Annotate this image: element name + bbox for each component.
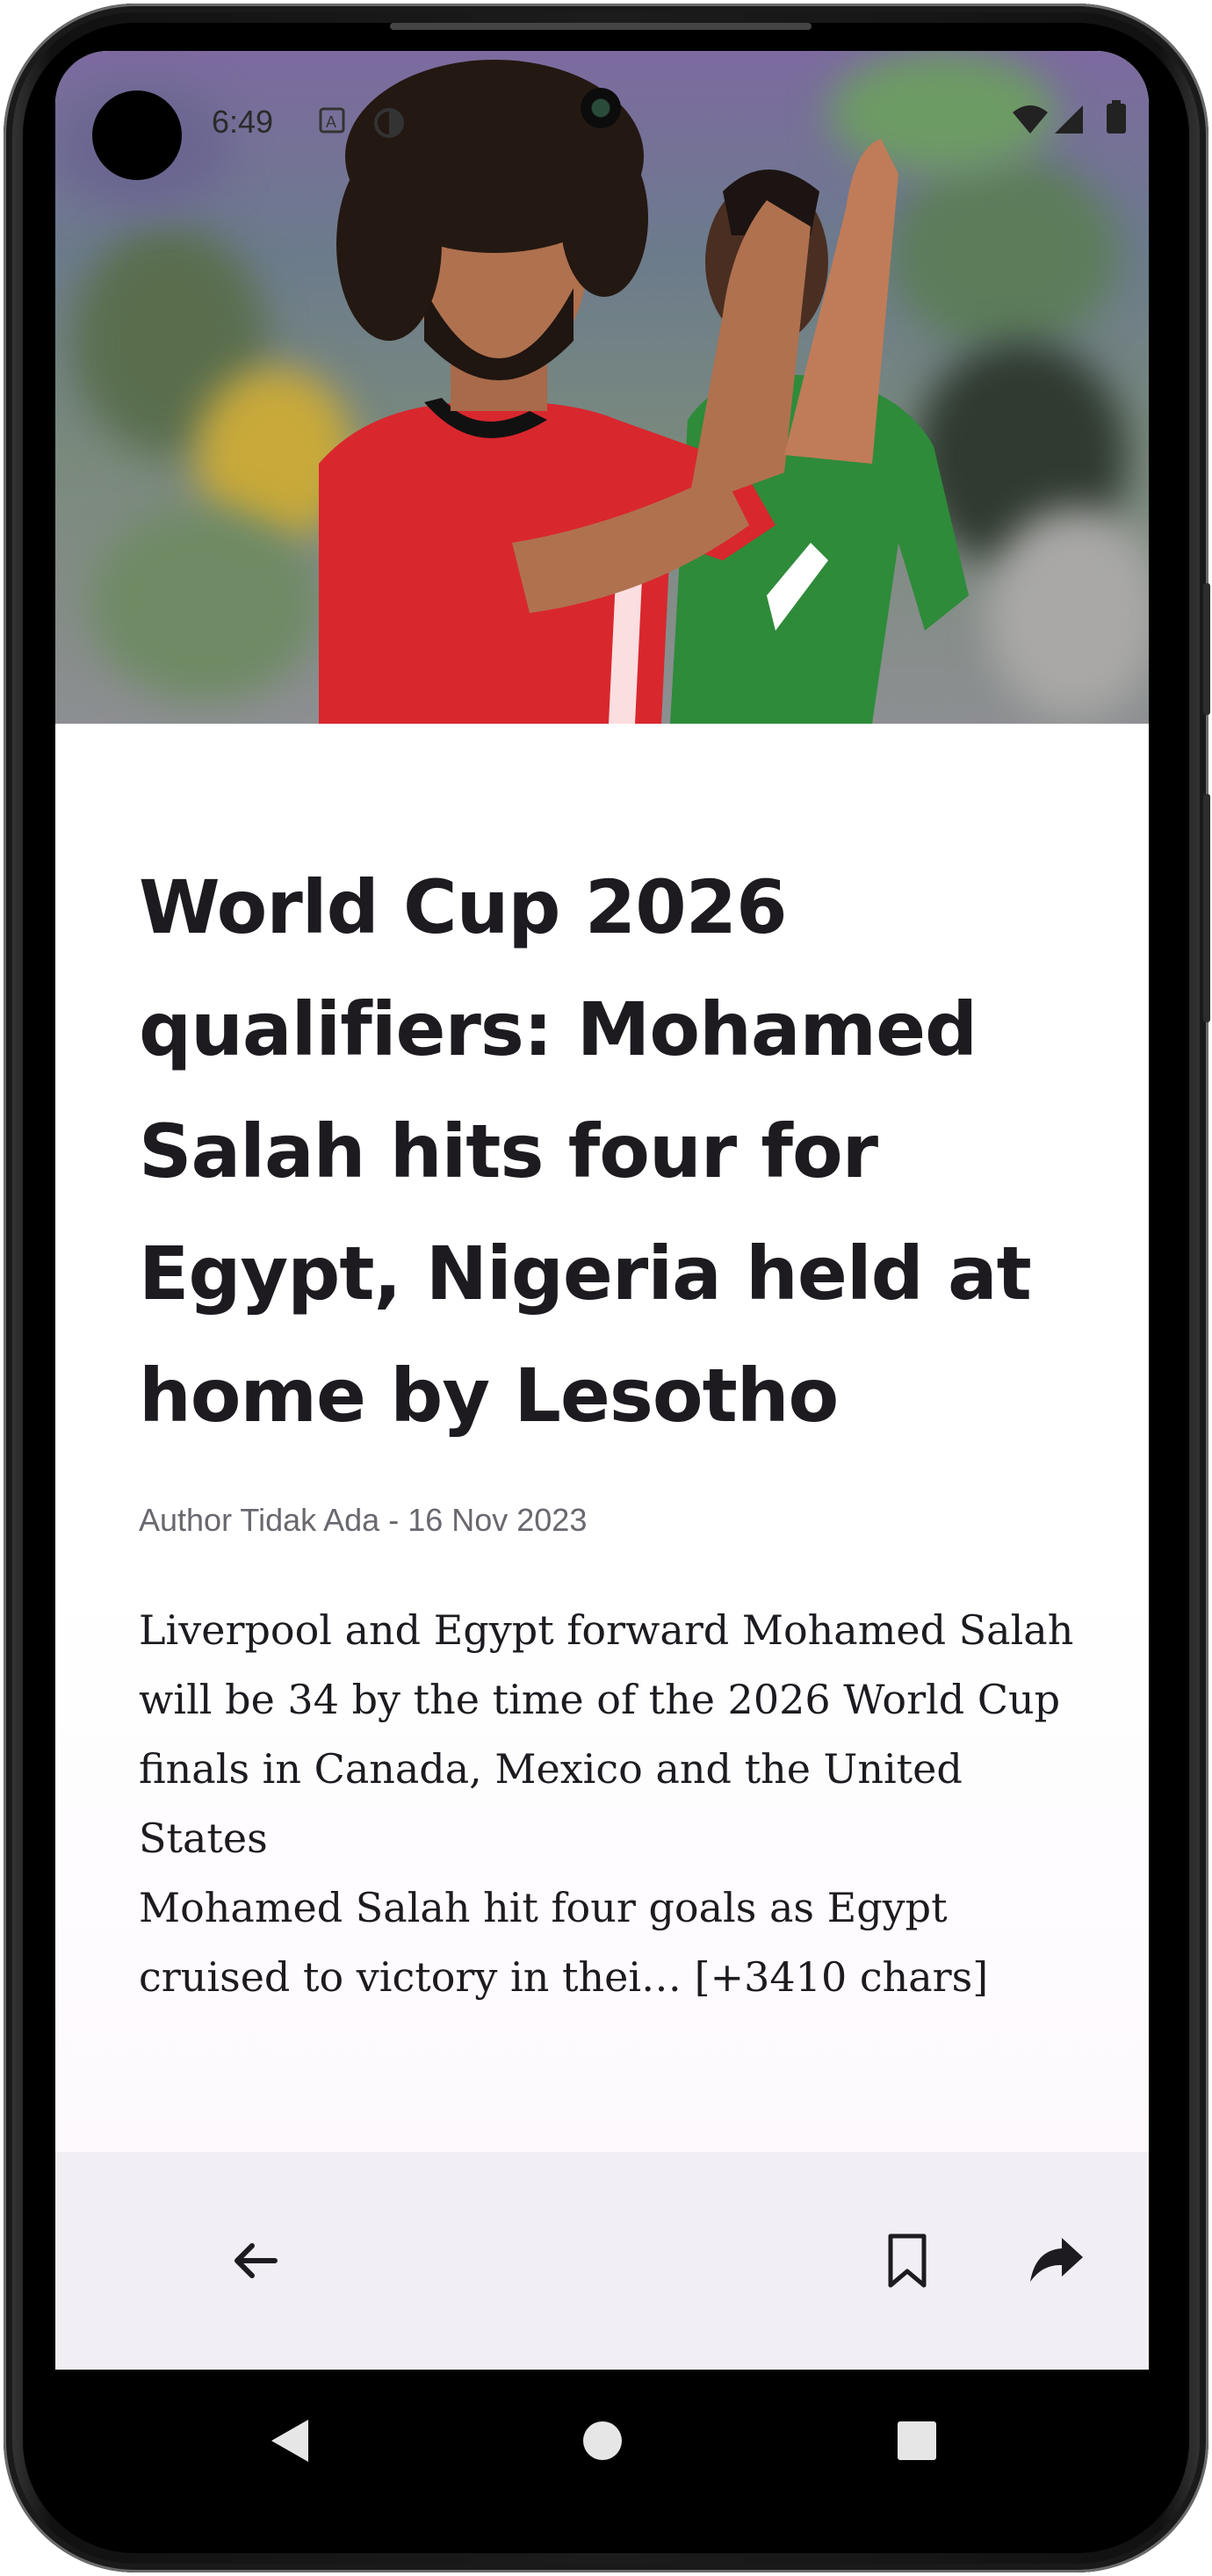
- article-date: 16 Nov 2023: [408, 1502, 588, 1538]
- status-time: 6:49: [212, 104, 274, 140]
- back-button[interactable]: [220, 2226, 291, 2296]
- share-button[interactable]: [1021, 2226, 1092, 2296]
- nav-home-button[interactable]: [572, 2410, 633, 2471]
- bookmark-icon: [888, 2233, 927, 2288]
- share-icon: [1030, 2238, 1083, 2282]
- article-author: Author Tidak Ada: [139, 1502, 380, 1538]
- signal-icon: [1053, 104, 1085, 140]
- article-body: Liverpool and Egypt forward Mohamed Sala…: [139, 1606, 1074, 2001]
- nav-back-button[interactable]: [259, 2410, 321, 2471]
- nav-recents-icon: [898, 2421, 936, 2460]
- article-meta: Author Tidak Ada -16 Nov 2023: [139, 1502, 595, 1539]
- bookmark-button[interactable]: [872, 2226, 942, 2296]
- nav-recents-button[interactable]: [886, 2410, 948, 2471]
- contrast-icon: [373, 107, 405, 143]
- arrow-left-icon: [234, 2243, 278, 2278]
- a-icon: A: [319, 107, 345, 138]
- nav-back-icon: [271, 2420, 308, 2462]
- app-screen: 6:49 A World Cup 2026 qualifiers: Mohame…: [55, 51, 1149, 2370]
- speaker-slit: [390, 23, 812, 30]
- article-title: World Cup 2026 qualifiers: Mohamed Salah…: [139, 864, 1032, 1439]
- bottom-action-bar: [55, 2152, 1149, 2370]
- volume-button: [1203, 583, 1210, 715]
- article-content: World Cup 2026 qualifiers: Mohamed Salah…: [55, 724, 1149, 2152]
- meta-separator: -: [388, 1502, 400, 1538]
- power-button: [1203, 794, 1210, 1022]
- front-camera: [581, 88, 621, 128]
- camera-cutout: [92, 90, 182, 180]
- status-bar: 6:49 A: [55, 51, 1149, 191]
- hero-image: 6:49 A: [55, 51, 1149, 724]
- nav-home-icon: [583, 2421, 622, 2460]
- svg-text:A: A: [326, 113, 336, 131]
- battery-icon: [1106, 100, 1127, 140]
- wifi-icon: [1011, 104, 1050, 140]
- system-nav-bar: [55, 2370, 1149, 2510]
